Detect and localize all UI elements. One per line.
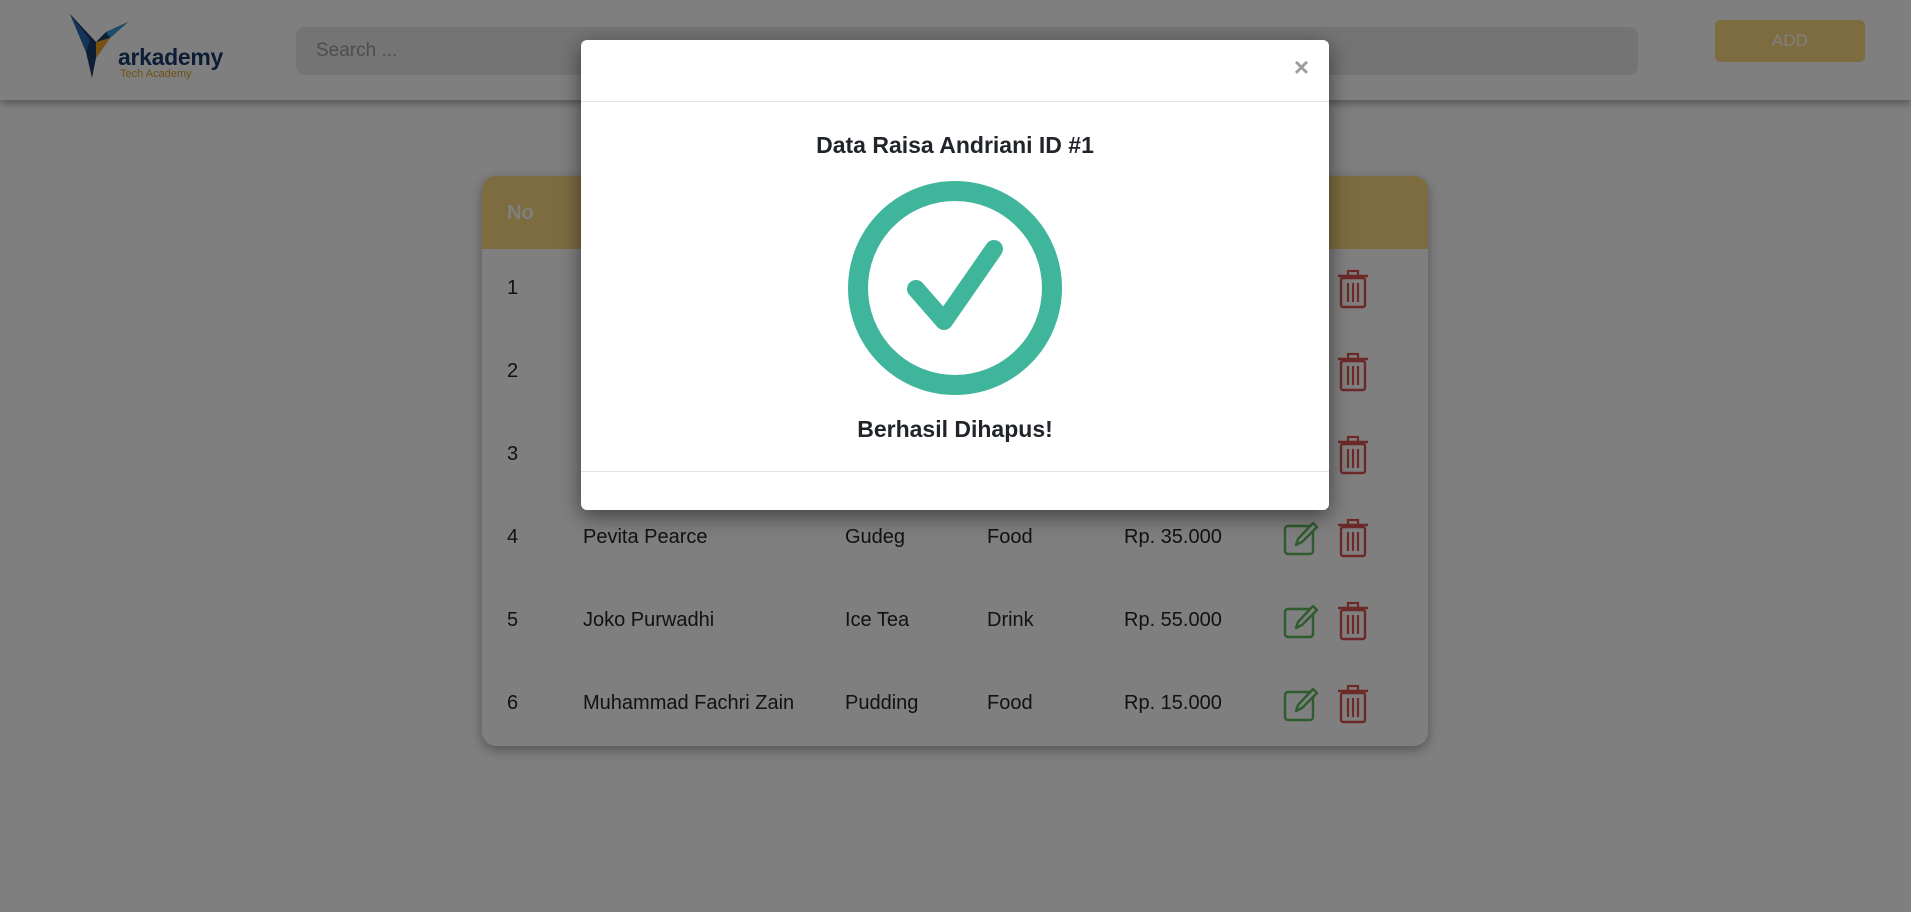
modal-header: × [581,40,1329,102]
close-icon[interactable]: × [1294,54,1309,80]
check-circle-icon [848,181,1062,395]
modal-message: Berhasil Dihapus! [857,416,1053,442]
delete-success-modal: × Data Raisa Andriani ID #1 Berhasil Dih… [581,40,1329,510]
modal-title: Data Raisa Andriani ID #1 [816,132,1094,158]
modal-footer [581,471,1329,472]
